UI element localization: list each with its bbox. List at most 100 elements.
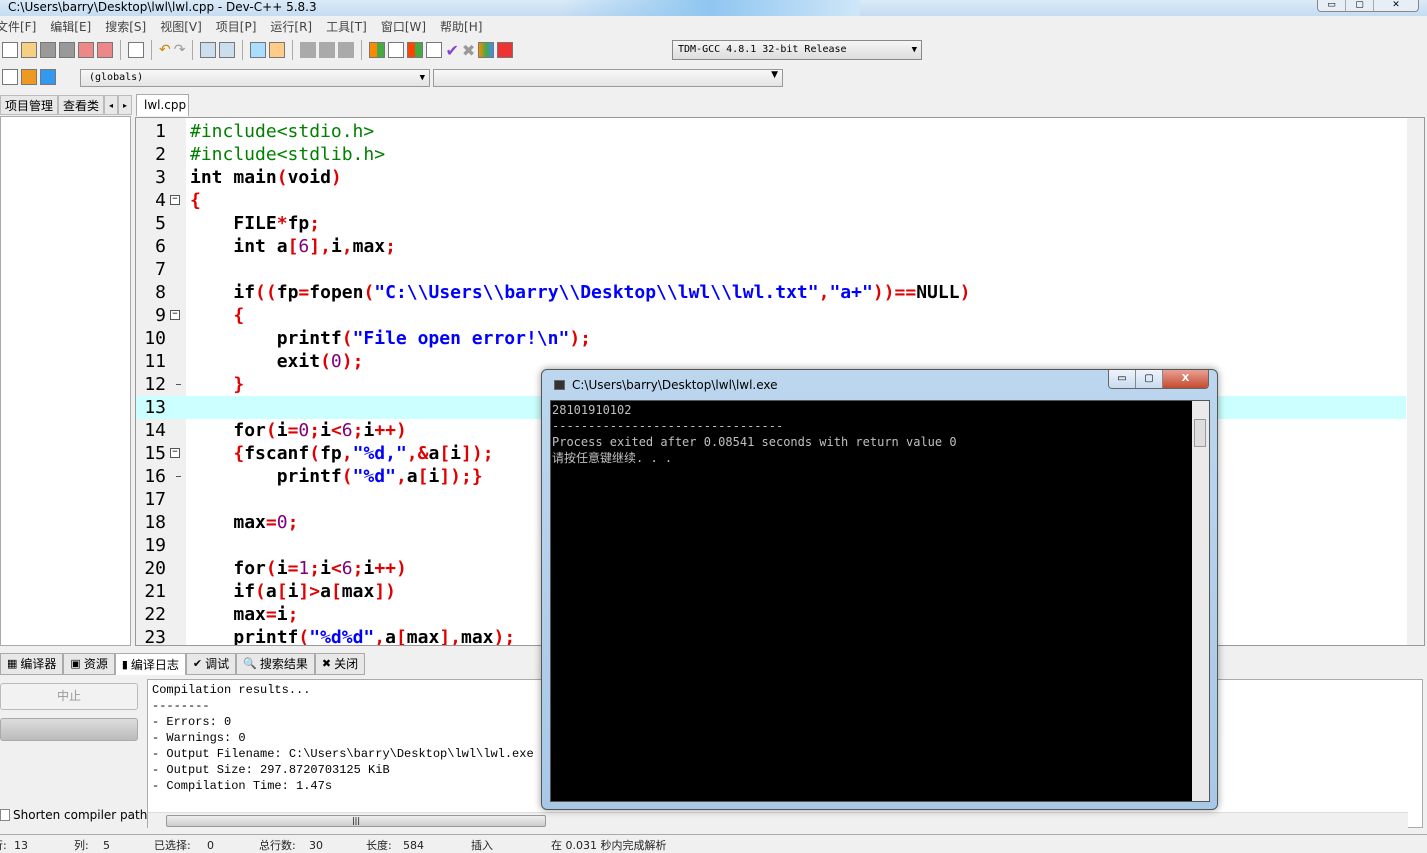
- profile-icon[interactable]: [478, 42, 495, 58]
- menu-window[interactable]: 窗口[W]: [374, 17, 433, 37]
- delete-profile-icon[interactable]: [497, 42, 514, 58]
- tab-classes[interactable]: 查看类: [58, 95, 105, 115]
- compile-icon[interactable]: [369, 42, 386, 58]
- toggle-icon[interactable]: [338, 42, 355, 58]
- new-file-icon[interactable]: [2, 42, 18, 58]
- console-body[interactable]: 28101910102 ----------------------------…: [550, 400, 1210, 802]
- close-all-icon[interactable]: [97, 42, 113, 58]
- code-line[interactable]: 9− {: [136, 304, 1406, 327]
- code-token: fopen: [309, 282, 364, 303]
- scope-select[interactable]: (globals) ▼: [80, 69, 430, 87]
- menu-file[interactable]: 文件[F]: [0, 17, 43, 37]
- class-browse-icon[interactable]: [2, 69, 18, 85]
- tab-prev-button[interactable]: ◂: [104, 95, 119, 115]
- code-token: a: [265, 581, 277, 602]
- tab-check[interactable]: ✔ 调试: [185, 653, 237, 675]
- compiler-select[interactable]: TDM-GCC 4.8.1 32-bit Release ▼: [672, 40, 922, 60]
- console-close-button[interactable]: X: [1163, 370, 1208, 388]
- menu-run[interactable]: 运行[R]: [263, 17, 319, 37]
- console-minimize-button[interactable]: ▭: [1109, 370, 1136, 388]
- left-panel-tabs: 项目管理 查看类 ◂ ▸: [0, 95, 133, 115]
- code-line[interactable]: 10 printf("File open error!\n");: [136, 327, 1406, 350]
- fold-toggle-icon[interactable]: −: [170, 448, 180, 458]
- maximize-button[interactable]: ▢: [1346, 0, 1374, 11]
- code-token: {: [233, 305, 245, 326]
- shorten-paths-checkbox[interactable]: Shorten compiler paths: [0, 808, 154, 822]
- code-token: "a+": [829, 282, 873, 303]
- tab-next-button[interactable]: ▸: [118, 95, 133, 115]
- open-file-icon[interactable]: [21, 42, 37, 58]
- tab-compiler[interactable]: ▦ 编译器: [0, 653, 64, 675]
- code-token: (: [341, 328, 353, 349]
- print-icon[interactable]: [128, 42, 144, 58]
- stop-icon[interactable]: ✖: [462, 41, 475, 60]
- code-token: (: [341, 466, 353, 487]
- code-token: (: [276, 167, 288, 188]
- scroll-thumb[interactable]: |||: [166, 815, 546, 827]
- replace-icon[interactable]: [219, 42, 236, 58]
- code-line[interactable]: 7: [136, 258, 1406, 281]
- code-token: fp: [276, 282, 299, 303]
- menu-tools[interactable]: 工具[T]: [319, 17, 374, 37]
- line-number: 3: [155, 167, 166, 188]
- insert-icon[interactable]: [40, 69, 56, 85]
- scroll-thumb[interactable]: [1194, 419, 1206, 447]
- tab-file[interactable]: lwl.cpp: [136, 94, 189, 116]
- undo-icon[interactable]: ↶: [159, 42, 171, 58]
- menu-view[interactable]: 视图[V]: [153, 17, 209, 37]
- menu-help[interactable]: 帮助[H]: [433, 17, 489, 37]
- console-maximize-button[interactable]: ▢: [1136, 370, 1163, 388]
- code-line[interactable]: 1 #include<stdio.h>: [136, 120, 1406, 143]
- tab-search[interactable]: 🔍 搜索结果: [236, 653, 315, 675]
- fold-toggle-icon[interactable]: −: [170, 195, 180, 205]
- unindent-icon[interactable]: [269, 42, 286, 58]
- rebuild-icon[interactable]: [426, 42, 443, 58]
- minimize-button[interactable]: ▭: [1318, 0, 1346, 11]
- code-line[interactable]: 8 if((fp=fopen("C:\\Users\\barry\\Deskto…: [136, 281, 1406, 304]
- indent-icon[interactable]: [250, 42, 267, 58]
- stop-button[interactable]: 中止: [0, 683, 138, 710]
- code-token: i: [363, 420, 375, 441]
- menu-search[interactable]: 搜索[S]: [98, 17, 153, 37]
- function-select[interactable]: ▼: [433, 69, 783, 87]
- menu-bar: 文件[F] 编辑[E] 搜索[S] 视图[V] 项目[P] 运行[R] 工具[T…: [0, 17, 489, 37]
- menu-project[interactable]: 项目[P]: [209, 17, 264, 37]
- code-line[interactable]: 2 #include<stdlib.h>: [136, 143, 1406, 166]
- title-bar: C:\Users\barry\Desktop\lwl\lwl.cpp - Dev…: [0, 0, 1427, 16]
- code-token: }: [471, 466, 483, 487]
- console-scrollbar[interactable]: [1192, 401, 1209, 801]
- vertical-scrollbar[interactable]: [1407, 118, 1424, 645]
- tab-project[interactable]: 项目管理: [0, 95, 59, 115]
- run-icon[interactable]: [388, 42, 405, 58]
- find-icon[interactable]: [200, 42, 217, 58]
- code-token: FILE: [233, 213, 277, 234]
- goto-bookmark-icon[interactable]: [319, 42, 336, 58]
- code-line[interactable]: 4−{: [136, 189, 1406, 212]
- tab-resources[interactable]: ▣ 资源: [63, 653, 115, 675]
- code-token: [: [439, 443, 451, 464]
- log-horizontal-scrollbar[interactable]: |||: [148, 812, 1408, 828]
- save-icon[interactable]: [40, 42, 56, 58]
- close-button[interactable]: ✕: [1374, 0, 1418, 11]
- code-line[interactable]: 3 int main(void): [136, 166, 1406, 189]
- bookmark-icon[interactable]: [300, 42, 317, 58]
- code-token: +: [385, 420, 396, 441]
- code-token: "%d,": [352, 443, 407, 464]
- close-file-icon[interactable]: [78, 42, 94, 58]
- checkbox-icon[interactable]: [0, 809, 10, 821]
- code-token: (: [265, 558, 277, 579]
- tab-chart[interactable]: ▮ 编译日志: [114, 653, 186, 675]
- menu-edit[interactable]: 编辑[E]: [43, 17, 98, 37]
- tab-label: 调试: [205, 657, 230, 671]
- add-class-icon[interactable]: [21, 69, 37, 85]
- console-window[interactable]: C:\Users\barry\Desktop\lwl\lwl.exe ▭ ▢ X…: [541, 369, 1218, 810]
- redo-icon[interactable]: ↷: [174, 42, 186, 58]
- fold-toggle-icon[interactable]: −: [170, 310, 180, 320]
- code-line[interactable]: 6 int a[6],i,max;: [136, 235, 1406, 258]
- tab-close[interactable]: ✖ 关闭: [314, 653, 366, 675]
- syntax-check-icon[interactable]: ✔: [445, 41, 458, 60]
- tab-label: 资源: [83, 657, 108, 671]
- code-line[interactable]: 5 FILE*fp;: [136, 212, 1406, 235]
- compile-run-icon[interactable]: [407, 42, 424, 58]
- save-all-icon[interactable]: [59, 42, 75, 58]
